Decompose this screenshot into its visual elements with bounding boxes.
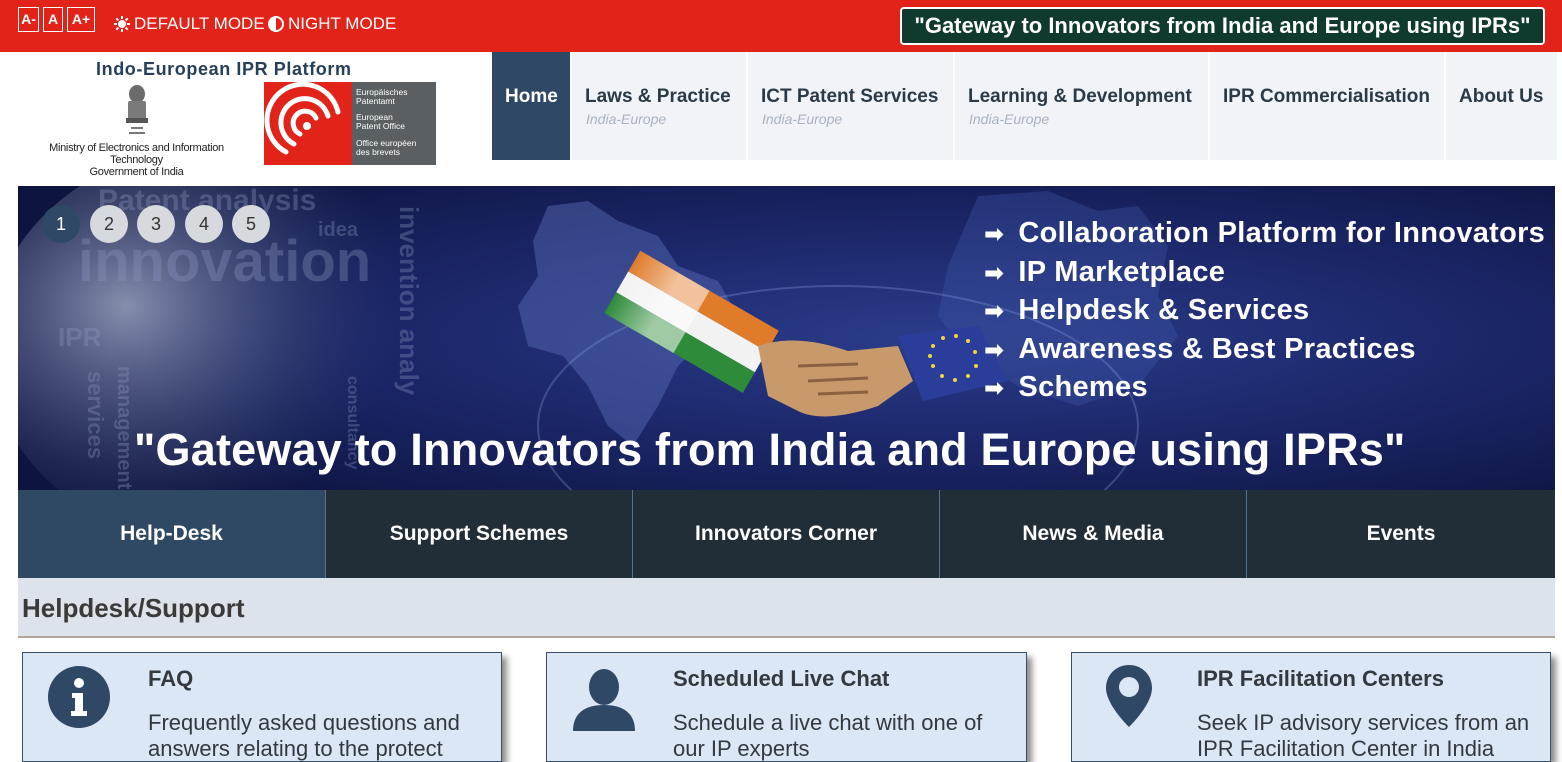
tab-events[interactable]: Events <box>1247 490 1555 578</box>
carousel-page-4[interactable]: 4 <box>185 205 223 243</box>
font-decrease-button[interactable]: A- <box>18 7 39 32</box>
epo-de-line-2: Patentamt <box>356 96 395 106</box>
bg-word: services <box>83 371 108 459</box>
epo-german: Europäisches Patentamt <box>356 88 434 106</box>
tab-divider <box>939 490 940 578</box>
nav-sublabel: India-Europe <box>762 111 843 127</box>
banner-bullet-text: Helpdesk & Services <box>1018 294 1310 326</box>
card-description: Frequently asked questions and <box>148 710 460 735</box>
epo-signal-icon <box>264 81 341 155</box>
banner-bullet-text: Collaboration Platform for Innovators <box>1018 217 1546 249</box>
card-description: answers relating to the protect <box>148 736 443 761</box>
banner-bullet-text: IP Marketplace <box>1018 256 1226 288</box>
national-emblem-icon <box>126 85 148 134</box>
nav-label: About Us <box>1459 86 1544 107</box>
bg-word: management <box>113 366 135 490</box>
header-tagline: "Gateway to Innovators from India and Eu… <box>900 7 1545 45</box>
font-reset-button[interactable]: A <box>43 7 63 32</box>
epo-fr-line-2: des brevets <box>356 147 400 157</box>
nav-label: ICT Patent Services <box>761 86 939 107</box>
faq-card[interactable]: FAQ Frequently asked questions and answe… <box>22 652 502 762</box>
nav-label: Home <box>505 86 558 107</box>
nav-sublabel: India-Europe <box>586 111 667 127</box>
accessibility-bar: A- A A+ DEFAULT MODE NIGHT MODE "Gateway… <box>0 0 1562 52</box>
card-title: IPR Facilitation Centers <box>1197 666 1444 691</box>
arrow-right-icon: ➡ <box>984 221 1005 248</box>
tab-support-schemes[interactable]: Support Schemes <box>326 490 632 578</box>
font-increase-button[interactable]: A+ <box>67 7 95 32</box>
card-title: FAQ <box>148 666 194 691</box>
card-description: IPR Facilitation Center in India <box>1197 736 1495 761</box>
bg-word: IPR <box>58 322 102 352</box>
nav-label: Learning & Development <box>968 86 1192 107</box>
card-title: Scheduled Live Chat <box>673 666 890 691</box>
tab-innovators-corner[interactable]: Innovators Corner <box>633 490 939 578</box>
banner-bullet-text: Awareness & Best Practices <box>1018 333 1416 365</box>
sun-icon <box>114 16 130 32</box>
tab-help-desk[interactable]: Help-Desk <box>18 490 325 578</box>
banner-bullet-text: Schemes <box>1018 371 1148 403</box>
nav-ict-patent-services[interactable]: ICT Patent Services India-Europe <box>748 52 953 160</box>
user-icon <box>573 669 635 731</box>
nav-learning-development[interactable]: Learning & Development India-Europe <box>955 52 1208 160</box>
banner-bullet: ➡ Helpdesk & Services <box>984 294 1309 327</box>
nav-sublabel: India-Europe <box>969 111 1050 127</box>
banner-bullet: ➡ IP Marketplace <box>984 256 1225 289</box>
arrow-right-icon: ➡ <box>984 337 1005 364</box>
default-mode-button[interactable]: DEFAULT MODE <box>114 14 265 34</box>
bg-word: idea <box>318 219 359 241</box>
tab-divider <box>632 490 633 578</box>
tab-divider <box>1246 490 1247 578</box>
banner-bullet: ➡ Schemes <box>984 371 1148 404</box>
arrow-right-icon: ➡ <box>984 298 1005 325</box>
epo-english: European Patent Office <box>356 113 434 131</box>
carousel-page-2[interactable]: 2 <box>90 205 128 243</box>
banner-bullet: ➡ Collaboration Platform for Innovators <box>984 217 1545 250</box>
card-description: Schedule a live chat with one of <box>673 710 983 735</box>
bg-word: invention analy <box>394 206 424 396</box>
epo-mark <box>264 81 352 165</box>
map-pin-icon <box>1106 665 1152 727</box>
night-mode-button[interactable]: NIGHT MODE <box>268 14 396 34</box>
info-icon <box>48 666 110 728</box>
epo-french: Office européen des brevets <box>356 139 434 157</box>
contrast-icon <box>268 16 284 32</box>
arrow-right-icon: ➡ <box>984 375 1005 402</box>
card-description: Seek IP advisory services from an <box>1197 710 1530 735</box>
tab-news-media[interactable]: News & Media <box>940 490 1246 578</box>
banner-tagline: "Gateway to Innovators from India and Eu… <box>134 424 1406 475</box>
nav-home[interactable]: Home <box>492 52 570 160</box>
scheduled-live-chat-card[interactable]: Scheduled Live Chat Schedule a live chat… <box>546 652 1027 762</box>
nav-label: IPR Commercialisation <box>1223 86 1430 107</box>
platform-title: Indo-European IPR Platform <box>96 59 352 79</box>
default-mode-label: DEFAULT MODE <box>134 14 265 33</box>
nav-label: Laws & Practice <box>585 86 731 107</box>
nav-about-us[interactable]: About Us <box>1446 52 1557 160</box>
epo-en-line-2: Patent Office <box>356 121 405 131</box>
tab-divider <box>325 490 326 578</box>
ministry-line-2: Government of India <box>89 166 184 178</box>
carousel-page-3[interactable]: 3 <box>137 205 175 243</box>
arrow-right-icon: ➡ <box>984 260 1005 287</box>
nav-ipr-commercialisation[interactable]: IPR Commercialisation <box>1210 52 1444 160</box>
night-mode-label: NIGHT MODE <box>288 14 397 33</box>
ministry-text: Ministry of Electronics and Information … <box>24 142 249 178</box>
carousel-page-5[interactable]: 5 <box>232 205 270 243</box>
ipr-facilitation-centers-card[interactable]: IPR Facilitation Centers Seek IP advisor… <box>1071 652 1551 762</box>
nav-laws-practice[interactable]: Laws & Practice India-Europe <box>572 52 746 160</box>
carousel-page-1[interactable]: 1 <box>42 205 80 243</box>
epo-logo: Europäisches Patentamt European Patent O… <box>264 81 436 165</box>
card-description: our IP experts <box>673 736 810 761</box>
banner-bullet: ➡ Awareness & Best Practices <box>984 333 1416 366</box>
section-title: Helpdesk/Support <box>22 593 245 623</box>
ministry-line-1: Ministry of Electronics and Information … <box>49 142 224 166</box>
section-header <box>18 578 1555 638</box>
